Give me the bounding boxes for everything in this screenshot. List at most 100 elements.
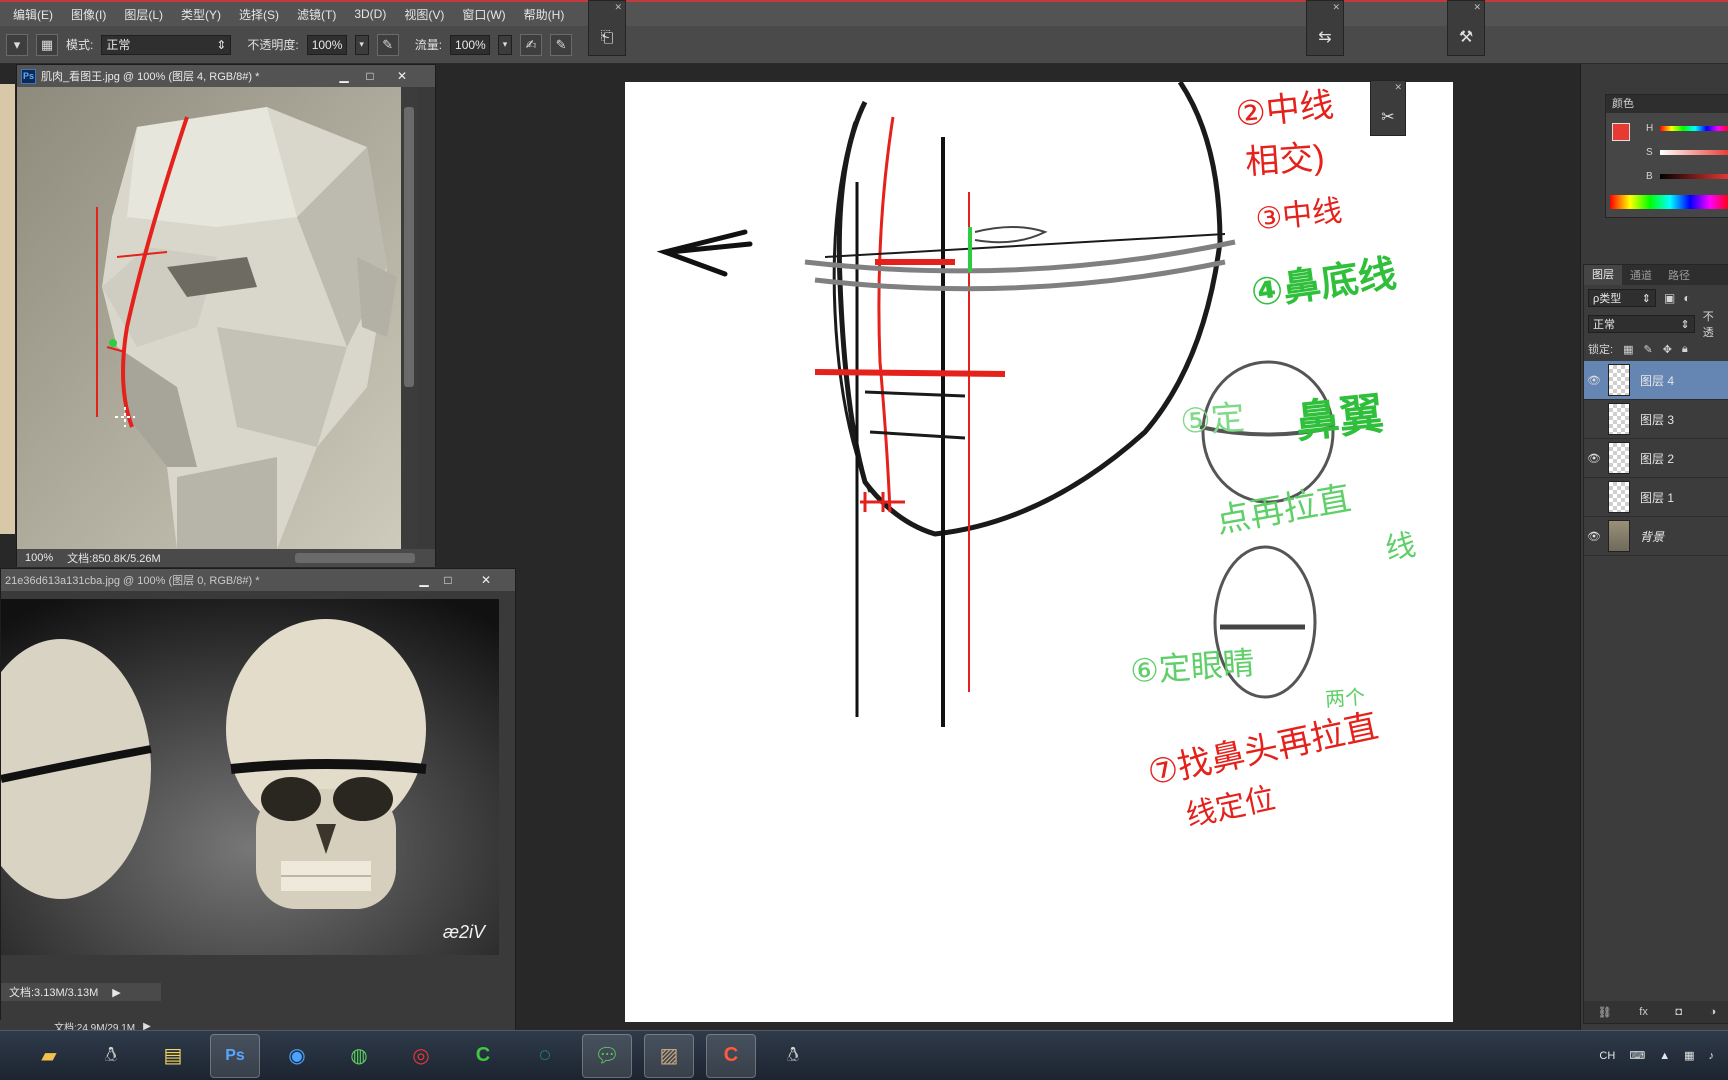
hue-slider[interactable] [1660,126,1728,131]
brightness-slider[interactable] [1660,174,1728,179]
doc-window-muscle[interactable]: Ps 肌肉_看图王.jpg @ 100% (图层 4, RGB/8#) * ▁ … [16,64,436,567]
lock-all-icon[interactable]: 🔒︎ [1682,343,1688,356]
taskbar-notepad[interactable]: ▤ [148,1034,198,1078]
opacity-slider-toggle[interactable]: ▾ [354,34,369,55]
brush-icon: ⚒ [1458,29,1474,46]
menu-help[interactable]: 帮助(H) [515,6,574,23]
color-spectrum[interactable] [1610,195,1728,209]
pressure-size-button[interactable]: ✎ [550,33,573,56]
doc-title-bar[interactable]: Ps 肌肉_看图王.jpg @ 100% (图层 4, RGB/8#) * ▁ … [17,65,435,87]
add-mask-icon[interactable]: ◘ [1675,1006,1682,1018]
doc-size[interactable]: 文档:3.13M/3.13M [9,984,98,1000]
close-icon[interactable]: ✕ [1394,82,1402,93]
taskbar-photo-viewer[interactable]: ▨ [644,1033,694,1078]
taskbar-qq-pet[interactable]: 🐧︎ [768,1034,818,1078]
layer-row-4[interactable]: 👁︎ 图层 4 [1584,361,1728,400]
close-icon[interactable]: ✕ [1473,2,1481,13]
maximize-button[interactable]: □ [361,68,379,84]
minimize-button[interactable]: ▁ [415,572,433,588]
menu-filter[interactable]: 滤镜(T) [288,6,345,23]
tab-channels[interactable]: 通道 [1622,267,1660,283]
pressure-opacity-button[interactable]: ✎ [376,33,399,56]
taskbar-browser[interactable]: ◉ [272,1034,322,1078]
collapsed-panel-history[interactable]: ✕ ⎗ [588,0,626,56]
foreground-color-swatch[interactable] [1612,123,1630,141]
input-language[interactable]: CH [1599,1050,1615,1062]
menu-edit[interactable]: 编辑(E) [4,6,62,23]
layer-filter-select[interactable]: ρ类型 ⇕ [1588,289,1656,307]
muscle-head-image[interactable] [17,87,417,549]
eye-icon[interactable]: 👁︎ [1584,374,1604,387]
airbrush-icon: ✍ [525,36,537,52]
opacity-input[interactable]: 100% [306,34,347,55]
flow-input[interactable]: 100% [450,34,491,55]
taskbar-photoshop[interactable]: Ps [210,1033,260,1078]
menu-view[interactable]: 视图(V) [395,6,453,23]
network-icon[interactable]: ▦ [1684,1049,1694,1062]
layer-row-2[interactable]: 👁︎ 图层 2 [1584,439,1728,478]
vertical-scrollbar[interactable] [401,87,417,549]
airbrush-button[interactable]: ✍ [520,33,543,56]
link-layers-icon[interactable]: ⛓ [1598,1006,1612,1019]
doc-window-skull[interactable]: 21e36d613a131cba.jpg @ 100% (图层 0, RGB/8… [0,568,516,1080]
lock-position-icon[interactable]: ✥ [1663,343,1672,356]
menu-select[interactable]: 选择(S) [230,6,288,23]
fx-icon[interactable]: fx [1639,1006,1648,1018]
menu-image[interactable]: 图像(I) [62,6,115,23]
taskbar-wechat[interactable]: 💬︎ [582,1033,632,1078]
eye-icon[interactable]: 👁︎ [1584,530,1604,543]
tab-paths[interactable]: 路径 [1660,267,1698,283]
doc-size[interactable]: 文档:850.8K/5.26M [67,550,161,566]
keyboard-icon[interactable]: ⌨ [1629,1049,1645,1062]
taskbar-iqiyi[interactable]: ◌ [520,1034,570,1078]
play-icon[interactable]: ▶ [112,986,120,999]
maximize-button[interactable]: □ [439,572,457,588]
tab-layers[interactable]: 图层 [1584,265,1622,285]
taskbar-360-browser[interactable]: ◍ [334,1034,384,1078]
layer-row-background[interactable]: 👁︎ 背景 [1584,517,1728,556]
taskbar-netease-music[interactable]: ◎ [396,1034,446,1078]
horizontal-scrollbar[interactable] [295,553,415,563]
iqiyi-icon: ◌ [539,1044,551,1066]
tool-preset-picker[interactable]: ▾ [6,33,28,56]
adjustment-layer-icon[interactable]: ◑ [1710,1006,1717,1018]
close-icon[interactable]: ✕ [614,2,622,13]
zoom-level[interactable]: 100% [25,552,53,564]
close-icon[interactable]: ✕ [1332,2,1340,13]
mode-select[interactable]: 正常 ⇕ [101,34,232,55]
eye-hidden-icon[interactable]: · [1584,413,1604,425]
scroll-thumb[interactable] [404,107,414,387]
close-button[interactable]: ✕ [477,572,495,588]
taskbar-file-explorer[interactable]: ▰ [24,1034,74,1078]
menu-3d[interactable]: 3D(D) [345,7,395,21]
volume-icon[interactable]: ♪ [1709,1050,1715,1062]
lock-paint-icon[interactable]: ✎ [1643,343,1652,356]
ps-icon: Ps [21,68,36,84]
brush-panel-toggle[interactable]: ▦ [36,33,58,56]
doc-title-bar[interactable]: 21e36d613a131cba.jpg @ 100% (图层 0, RGB/8… [1,569,515,591]
skull-image[interactable]: æ2iV [1,599,499,955]
eye-icon[interactable]: 👁︎ [1584,452,1604,465]
taskbar-qq[interactable]: 🐧︎ [86,1034,136,1078]
layer-row-3[interactable]: · 图层 3 [1584,400,1728,439]
taskbar-camtasia-recorder[interactable]: C [706,1033,756,1078]
flow-slider-toggle[interactable]: ▾ [498,34,513,55]
menu-layer[interactable]: 图层(L) [115,6,172,23]
layer-row-1[interactable]: · 图层 1 [1584,478,1728,517]
collapsed-panel-adjust[interactable]: ✕ ⇆ [1306,0,1344,56]
tray-expand-icon[interactable]: ▲ [1659,1050,1670,1062]
taskbar-camtasia[interactable]: C [458,1034,508,1078]
image-filter-icon[interactable]: ▣ [1664,291,1675,305]
collapsed-panel-brush[interactable]: ✕ ⚒ [1447,0,1485,56]
menu-window[interactable]: 窗口(W) [453,6,514,23]
close-button[interactable]: ✕ [393,68,411,84]
menu-type[interactable]: 类型(Y) [172,6,230,23]
collapsed-panel-tools[interactable]: ✕ ✂ [1370,80,1406,136]
adjustment-filter-icon[interactable]: ◐ [1683,291,1690,305]
lock-transparency-icon[interactable]: ▦ [1623,343,1633,356]
saturation-slider[interactable] [1660,150,1728,155]
blend-mode-select[interactable]: 正常 ⇕ [1588,315,1695,333]
main-canvas[interactable]: ②中线 相交) ③中线 ④鼻底线 ⑤定 鼻翼 点再拉直 线 ⑥定眼睛 两个 ⑦找… [625,80,1453,1022]
minimize-button[interactable]: ▁ [335,68,353,84]
eye-hidden-icon[interactable]: · [1584,491,1604,503]
